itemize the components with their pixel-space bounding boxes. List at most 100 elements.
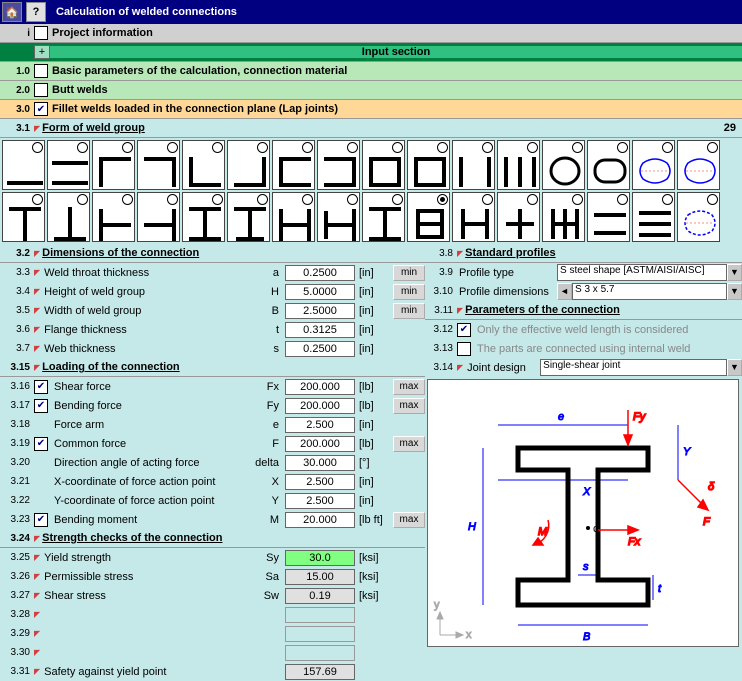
weld-form-option[interactable] bbox=[182, 140, 225, 190]
weld-form-option[interactable] bbox=[362, 192, 405, 242]
min-button[interactable]: min bbox=[393, 303, 425, 319]
row-value[interactable] bbox=[285, 645, 355, 661]
weld-form-option[interactable] bbox=[587, 140, 630, 190]
max-button[interactable]: max bbox=[393, 379, 425, 395]
row-value[interactable] bbox=[285, 626, 355, 642]
radio-icon bbox=[392, 194, 403, 205]
help-icon[interactable]: ? bbox=[26, 2, 46, 22]
row-value[interactable] bbox=[285, 607, 355, 623]
weld-form-option[interactable] bbox=[497, 192, 540, 242]
sec2-checkbox[interactable] bbox=[34, 83, 48, 97]
max-button[interactable]: max bbox=[393, 436, 425, 452]
weld-form-option[interactable] bbox=[587, 192, 630, 242]
row-label: Weld throat thickness bbox=[42, 267, 245, 279]
row-num: 3.28 bbox=[0, 609, 34, 620]
weld-form-option[interactable] bbox=[452, 192, 495, 242]
data-row: 3.16✔Shear forceFx200.000[lb]max bbox=[0, 377, 425, 396]
weld-form-option[interactable] bbox=[677, 192, 720, 242]
weld-form-option[interactable] bbox=[452, 140, 495, 190]
weld-form-option[interactable] bbox=[407, 192, 450, 242]
prev-button[interactable]: ◄ bbox=[557, 283, 572, 300]
row-value[interactable]: 0.3125 bbox=[285, 322, 355, 338]
weld-form-option[interactable] bbox=[47, 140, 90, 190]
data-row: 3.17✔Bending forceFy200.000[lb]max bbox=[0, 396, 425, 415]
row-value[interactable]: 0.2500 bbox=[285, 341, 355, 357]
data-row: 3.19✔Common forceF200.000[lb]max bbox=[0, 434, 425, 453]
profile-type-select[interactable]: S steel shape [ASTM/AISI/AISC] bbox=[557, 264, 727, 281]
row-value[interactable]: 2.500 bbox=[285, 474, 355, 490]
profile-dim-select[interactable]: S 3 x 5.7 bbox=[572, 283, 727, 300]
row-unit: [lb] bbox=[355, 400, 391, 412]
dropdown-icon[interactable]: ▼ bbox=[727, 283, 742, 300]
row-value[interactable]: 2.5000 bbox=[285, 303, 355, 319]
expand-button[interactable]: + bbox=[34, 45, 50, 59]
weld-form-option[interactable] bbox=[272, 140, 315, 190]
weld-form-option[interactable] bbox=[137, 140, 180, 190]
weld-form-option[interactable] bbox=[542, 140, 585, 190]
row-value[interactable]: 2.500 bbox=[285, 493, 355, 509]
radio-icon bbox=[437, 142, 448, 153]
eff-weld-checkbox[interactable]: ✔ bbox=[457, 323, 471, 337]
row-value[interactable]: 30.0 bbox=[285, 550, 355, 566]
weld-form-option[interactable] bbox=[542, 192, 585, 242]
weld-form-option[interactable] bbox=[182, 192, 225, 242]
joint-design-select[interactable]: Single-shear joint bbox=[540, 359, 727, 376]
max-button[interactable]: max bbox=[393, 398, 425, 414]
weld-form-option[interactable] bbox=[362, 140, 405, 190]
row-value[interactable]: 0.2500 bbox=[285, 265, 355, 281]
row-value[interactable]: 15.00 bbox=[285, 569, 355, 585]
section-2[interactable]: 2.0 Butt welds bbox=[0, 81, 742, 100]
row-value[interactable]: 0.19 bbox=[285, 588, 355, 604]
row-value[interactable]: 20.000 bbox=[285, 512, 355, 528]
weld-form-option[interactable] bbox=[137, 192, 180, 242]
project-info-checkbox[interactable] bbox=[34, 26, 48, 40]
row-value[interactable]: 200.000 bbox=[285, 398, 355, 414]
weld-form-option[interactable] bbox=[632, 140, 675, 190]
data-row: 3.5◤Width of weld groupB2.5000[in]min bbox=[0, 301, 425, 320]
row-num: 3.6 bbox=[0, 324, 34, 335]
weld-form-option[interactable] bbox=[47, 192, 90, 242]
radio-icon bbox=[122, 142, 133, 153]
weld-form-option[interactable] bbox=[227, 192, 270, 242]
weld-form-option[interactable] bbox=[497, 140, 540, 190]
weld-form-option[interactable] bbox=[227, 140, 270, 190]
row-num: 3.12 bbox=[425, 324, 457, 335]
row-value[interactable]: 30.000 bbox=[285, 455, 355, 471]
row-value[interactable]: 200.000 bbox=[285, 379, 355, 395]
row-value[interactable]: 200.000 bbox=[285, 436, 355, 452]
weld-form-option[interactable] bbox=[632, 192, 675, 242]
weld-form-option[interactable] bbox=[2, 140, 45, 190]
row-num: 3.7 bbox=[0, 343, 34, 354]
row-num: 3.29 bbox=[0, 628, 34, 639]
row-value[interactable]: 2.500 bbox=[285, 417, 355, 433]
section-1[interactable]: 1.0 Basic parameters of the calculation,… bbox=[0, 62, 742, 81]
sec1-checkbox[interactable] bbox=[34, 64, 48, 78]
weld-form-option[interactable] bbox=[2, 192, 45, 242]
weld-form-option[interactable] bbox=[317, 192, 360, 242]
min-button[interactable]: min bbox=[393, 284, 425, 300]
weld-form-option[interactable] bbox=[317, 140, 360, 190]
row-checkbox[interactable]: ✔ bbox=[34, 399, 48, 413]
weld-form-option[interactable] bbox=[92, 140, 135, 190]
row-checkbox[interactable]: ✔ bbox=[34, 380, 48, 394]
weld-form-option[interactable] bbox=[272, 192, 315, 242]
weld-form-option[interactable] bbox=[407, 140, 450, 190]
row-checkbox[interactable]: ✔ bbox=[34, 437, 48, 451]
sec3-checkbox[interactable]: ✔ bbox=[34, 102, 48, 116]
row-value[interactable]: 5.0000 bbox=[285, 284, 355, 300]
max-button[interactable]: max bbox=[393, 512, 425, 528]
min-button[interactable]: min bbox=[393, 265, 425, 281]
row-value[interactable]: 157.69 bbox=[285, 664, 355, 680]
internal-weld-checkbox[interactable] bbox=[457, 342, 471, 356]
app-icon[interactable]: 🏠 bbox=[2, 2, 22, 22]
section-3[interactable]: 3.0 ✔ Fillet welds loaded in the connect… bbox=[0, 100, 742, 119]
data-row: 3.23✔Bending momentM20.000[lb ft]max bbox=[0, 510, 425, 529]
row-checkbox[interactable]: ✔ bbox=[34, 513, 48, 527]
data-row: 3.3◤Weld throat thicknessa0.2500[in]min bbox=[0, 263, 425, 282]
dropdown-icon[interactable]: ▼ bbox=[727, 264, 742, 281]
radio-icon bbox=[167, 142, 178, 153]
dropdown-icon[interactable]: ▼ bbox=[727, 359, 742, 376]
weld-form-option[interactable] bbox=[92, 192, 135, 242]
weld-form-option[interactable] bbox=[677, 140, 720, 190]
row-num: 3.3 bbox=[0, 267, 34, 278]
